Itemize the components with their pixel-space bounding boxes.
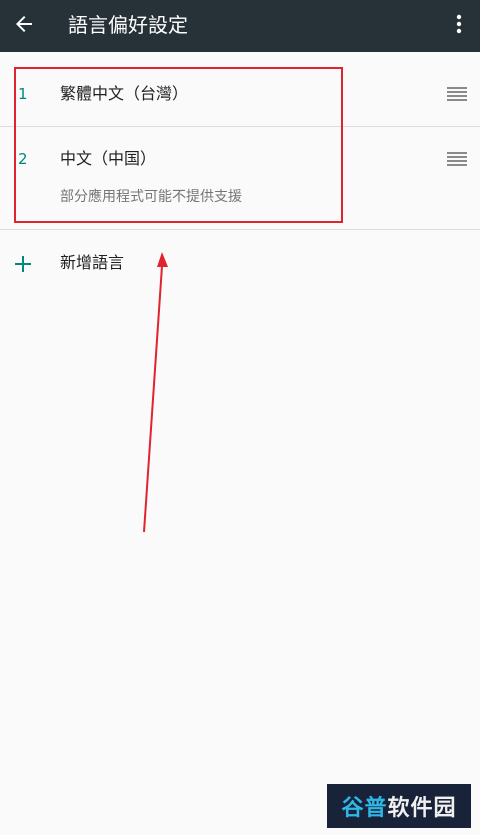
plus-icon bbox=[13, 254, 33, 274]
drag-handle-icon[interactable] bbox=[446, 150, 468, 168]
arrow-back-icon bbox=[16, 16, 32, 32]
more-vertical-icon bbox=[456, 14, 462, 34]
watermark-text-part2: 软件园 bbox=[387, 796, 457, 821]
page-title: 語言偏好設定 bbox=[68, 13, 188, 37]
watermark-logo: 谷普 软件园 bbox=[327, 784, 471, 828]
add-language-label: 新增語言 bbox=[60, 253, 125, 272]
watermark-text-part1: 谷普 bbox=[341, 796, 388, 821]
back-button[interactable] bbox=[10, 10, 38, 38]
add-language-button[interactable]: 新增語言 bbox=[0, 238, 480, 290]
app-bar: 語言偏好設定 bbox=[0, 0, 480, 52]
divider bbox=[0, 229, 480, 230]
more-options-button[interactable] bbox=[446, 10, 472, 38]
drag-handle-icon[interactable] bbox=[446, 85, 468, 103]
annotation-highlight-box bbox=[14, 67, 343, 223]
